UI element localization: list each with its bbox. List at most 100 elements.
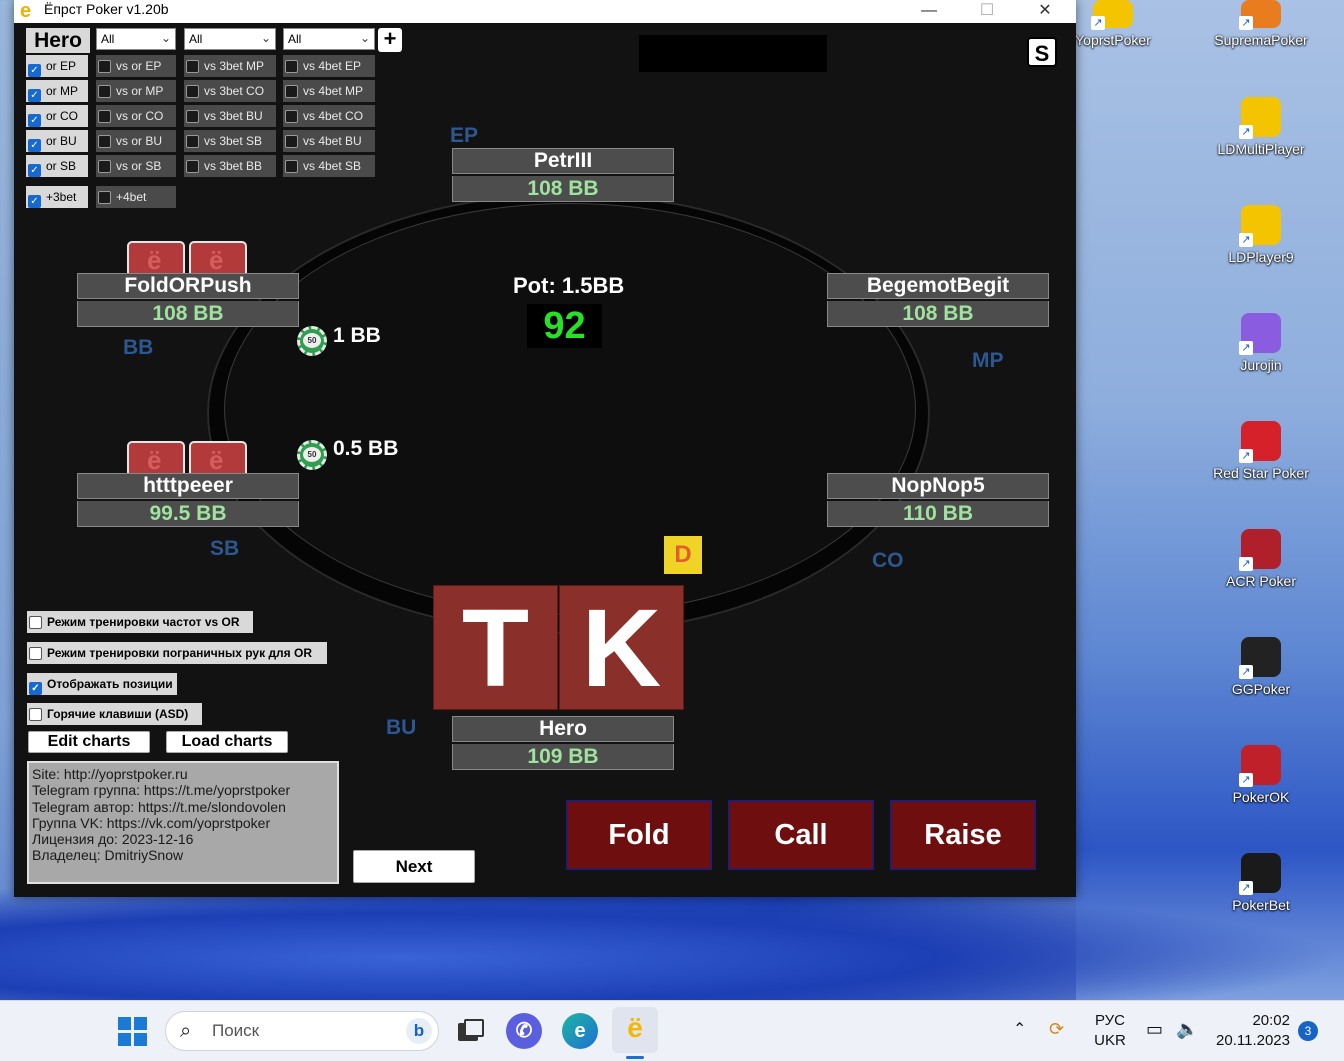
language-indicator[interactable]: РУС UKR xyxy=(1092,1011,1128,1051)
shortcut-arrow-icon: ↗ xyxy=(1239,881,1253,895)
suprema-icon: ↗ xyxy=(1239,0,1281,30)
network-icon[interactable]: ▭ xyxy=(1146,1019,1163,1039)
checkbox-icon xyxy=(186,135,199,148)
filter-checkbox[interactable]: ✓ or BU xyxy=(26,130,88,152)
sync-icon[interactable]: ⟳ xyxy=(1049,1019,1064,1039)
filter-select-2[interactable]: All ⌄ xyxy=(184,28,276,50)
task-view-icon[interactable] xyxy=(452,1013,488,1049)
filter-select-1-value: All xyxy=(101,32,115,46)
filter-checkbox[interactable]: vs 3bet MP xyxy=(184,55,276,77)
desktop-shortcut[interactable]: ↗ PokerBet xyxy=(1206,853,1316,913)
notification-badge[interactable]: 3 xyxy=(1298,1021,1318,1041)
windows-logo-icon xyxy=(118,1017,131,1030)
desktop-shortcut[interactable]: ↗ LDPlayer9 xyxy=(1206,205,1316,265)
yoprst-taskbar-icon[interactable]: ё xyxy=(612,1007,658,1053)
fold-button[interactable]: Fold xyxy=(566,800,712,870)
desktop-shortcut[interactable]: ↗ ACR Poker xyxy=(1206,529,1316,589)
filter-checkbox[interactable]: vs or CO xyxy=(96,105,176,127)
filter-checkbox[interactable]: vs 4bet MP xyxy=(283,80,375,102)
option-checkbox[interactable]: Горячие клавиши (ASD) xyxy=(27,703,202,725)
checkbox-icon xyxy=(186,60,199,73)
plus4bet-checkbox[interactable]: +4bet xyxy=(96,186,176,208)
start-button[interactable] xyxy=(118,1017,148,1047)
seat-co: NopNop5 110 BB xyxy=(827,473,1049,527)
edge-icon[interactable]: e xyxy=(562,1013,598,1049)
teams-chat-icon[interactable]: ✆ xyxy=(506,1013,542,1049)
clock[interactable]: 20:02 20.11.2023 xyxy=(1214,1011,1290,1051)
desktop-shortcut[interactable]: ↗ PokerOK xyxy=(1206,745,1316,805)
shortcut-arrow-icon: ↗ xyxy=(1239,125,1253,139)
call-button[interactable]: Call xyxy=(728,800,874,870)
minimize-button[interactable]: — xyxy=(906,0,952,23)
option-checkbox[interactable]: ✓ Отображать позиции xyxy=(27,673,177,695)
language-bottom: UKR xyxy=(1094,1032,1126,1049)
desktop-shortcut[interactable]: ↗ Red Star Poker xyxy=(1206,421,1316,481)
filter-checkbox[interactable]: vs 3bet BB xyxy=(184,155,276,177)
checkbox-icon xyxy=(29,647,42,660)
edit-charts-button[interactable]: Edit charts xyxy=(28,731,150,753)
card-back xyxy=(127,241,185,276)
next-button[interactable]: Next xyxy=(353,850,475,883)
add-filter-button[interactable]: + xyxy=(378,28,402,52)
search-box[interactable]: ⌕ Поиск b xyxy=(165,1011,439,1051)
desktop-shortcut[interactable]: ↗ GGPoker xyxy=(1206,637,1316,697)
title-bar[interactable]: e Ёпрст Poker v1.20b — ☐ ✕ xyxy=(14,0,1076,23)
filter-checkbox[interactable]: vs 3bet SB xyxy=(184,130,276,152)
load-charts-button[interactable]: Load charts xyxy=(166,731,288,753)
filter-checkbox-label: vs or MP xyxy=(116,84,164,98)
shortcut-arrow-icon: ↗ xyxy=(1239,665,1253,679)
chevron-up-icon[interactable]: ⌃ xyxy=(1013,1020,1026,1040)
app-logo-icon: e xyxy=(20,0,32,22)
plus3bet-checkbox[interactable]: ✓ +3bet xyxy=(26,186,88,208)
filter-checkbox-label: vs 4bet EP xyxy=(303,59,362,73)
close-button[interactable]: ✕ xyxy=(1022,0,1068,23)
s-button[interactable]: S xyxy=(1027,37,1057,67)
chip-icon xyxy=(297,440,327,470)
raise-button[interactable]: Raise xyxy=(890,800,1036,870)
bet-amount-bb: 1 BB xyxy=(333,324,381,347)
filter-select-3[interactable]: All ⌄ xyxy=(283,28,375,50)
player-stack: 108 BB xyxy=(452,176,674,202)
card-back xyxy=(189,241,247,276)
filter-checkbox[interactable]: vs or SB xyxy=(96,155,176,177)
windows-logo-icon xyxy=(134,1017,147,1030)
filter-checkbox[interactable]: ✓ or SB xyxy=(26,155,88,177)
filter-checkbox[interactable]: vs or MP xyxy=(96,80,176,102)
volume-icon[interactable]: 🔈 xyxy=(1176,1019,1198,1039)
filter-checkbox-label: vs 4bet MP xyxy=(303,84,364,98)
filter-checkbox[interactable]: vs 4bet CO xyxy=(283,105,375,127)
checkbox-icon xyxy=(186,160,199,173)
desktop-shortcut[interactable]: ↗ Jurojin xyxy=(1206,313,1316,373)
info-line: Владелец: DmitriySnow xyxy=(32,847,184,864)
maximize-button[interactable]: ☐ xyxy=(964,0,1010,23)
filter-checkbox[interactable]: ✓ or EP xyxy=(26,55,88,77)
option-checkbox[interactable]: Режим тренировки пограничных рук для OR xyxy=(27,642,327,664)
filter-checkbox[interactable]: vs 4bet EP xyxy=(283,55,375,77)
checkbox-icon xyxy=(29,708,42,721)
player-name: BegemotBegit xyxy=(827,273,1049,299)
filter-checkbox-label: vs 4bet SB xyxy=(303,159,362,173)
desktop-shortcut[interactable]: ↗ LDMultiPlayer xyxy=(1206,97,1316,157)
filter-select-1[interactable]: All ⌄ xyxy=(96,28,176,50)
filter-checkbox[interactable]: vs or EP xyxy=(96,55,176,77)
filter-checkbox[interactable]: vs 3bet BU xyxy=(184,105,276,127)
option-checkbox[interactable]: Режим тренировки частот vs OR xyxy=(27,611,253,633)
filter-checkbox-label: vs or EP xyxy=(116,59,162,73)
filter-checkbox[interactable]: vs or BU xyxy=(96,130,176,152)
pokerbet-icon: ↗ xyxy=(1239,853,1281,895)
filter-checkbox[interactable]: vs 4bet BU xyxy=(283,130,375,152)
filter-checkbox[interactable]: ✓ or CO xyxy=(26,105,88,127)
redstar-icon: ↗ xyxy=(1239,421,1281,463)
desktop-shortcut-label: PokerOK xyxy=(1232,789,1290,805)
shortcut-arrow-icon: ↗ xyxy=(1091,16,1105,30)
bing-icon[interactable]: b xyxy=(406,1018,432,1044)
shortcut-arrow-icon: ↗ xyxy=(1239,16,1253,30)
filter-checkbox-label: vs 3bet BU xyxy=(204,109,263,123)
filter-checkbox[interactable]: ✓ or MP xyxy=(26,80,88,102)
filter-checkbox-label: vs or CO xyxy=(116,109,164,123)
ggpoker-icon: ↗ xyxy=(1239,637,1281,679)
desktop-shortcut[interactable]: ↗ SupremaPoker xyxy=(1206,0,1316,48)
filter-checkbox[interactable]: vs 4bet SB xyxy=(283,155,375,177)
filter-checkbox-label: or BU xyxy=(46,134,77,148)
filter-checkbox[interactable]: vs 3bet CO xyxy=(184,80,276,102)
